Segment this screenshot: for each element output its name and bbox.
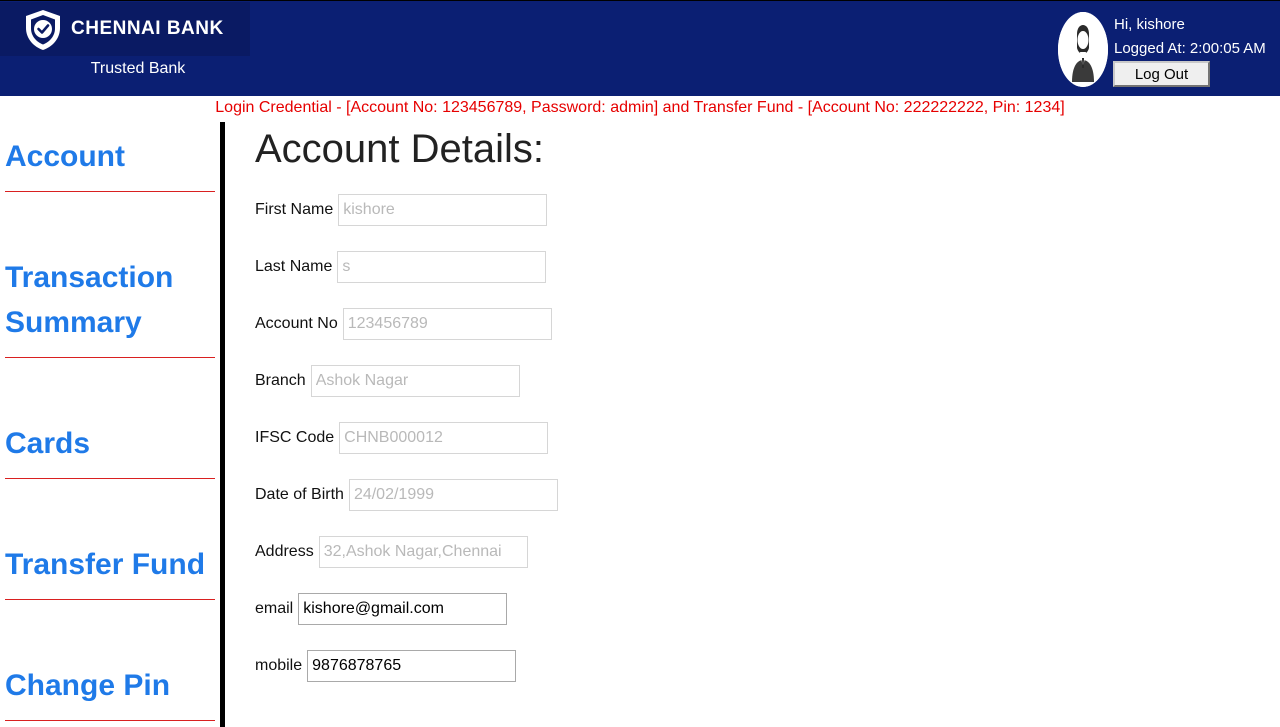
branch-input[interactable] — [310, 365, 520, 397]
mobile-input[interactable] — [307, 650, 517, 682]
field-row-address: Address — [255, 536, 528, 568]
account-no-label: Account No — [255, 315, 338, 332]
email-input[interactable] — [298, 593, 508, 625]
field-row-ifsc-code: IFSC Code — [255, 422, 549, 454]
user-greeting: Hi, kishore — [1114, 16, 1185, 33]
field-row-branch: Branch — [255, 365, 520, 397]
sidebar-item-cards[interactable]: Cards — [5, 421, 215, 479]
first-name-label: First Name — [255, 201, 334, 218]
date-of-birth-label: Date of Birth — [255, 486, 344, 503]
field-row-last-name: Last Name — [255, 251, 547, 283]
page-title: Account Details: — [255, 127, 545, 171]
first-name-input[interactable] — [338, 194, 548, 226]
user-avatar — [1058, 12, 1108, 87]
sidebar-divider — [220, 122, 225, 727]
brand-logo-block[interactable]: CHENNAI BANK — [0, 2, 250, 56]
sidebar-item-transfer-fund[interactable]: Transfer Fund — [5, 542, 215, 600]
field-row-account-no: Account No — [255, 308, 552, 340]
account-no-input[interactable] — [342, 308, 552, 340]
avatar-person-icon — [1058, 12, 1108, 87]
brand-name: CHENNAI BANK — [71, 18, 224, 39]
address-input[interactable] — [318, 536, 528, 568]
sidebar-item-transaction-summary[interactable]: Transaction Summary — [5, 255, 215, 358]
credential-banner: Login Credential - [Account No: 12345678… — [215, 99, 1065, 116]
mobile-label: mobile — [255, 657, 303, 674]
date-of-birth-input[interactable] — [348, 479, 558, 511]
ifsc-code-label: IFSC Code — [255, 429, 335, 446]
address-label: Address — [255, 543, 314, 560]
sidebar-item-change-pin[interactable]: Change Pin — [5, 663, 215, 721]
field-row-email: email — [255, 593, 508, 625]
field-row-mobile: mobile — [255, 650, 517, 682]
last-name-label: Last Name — [255, 258, 333, 275]
email-label: email — [255, 600, 294, 617]
shield-check-icon — [26, 10, 60, 50]
branch-label: Branch — [255, 372, 306, 389]
last-name-input[interactable] — [337, 251, 547, 283]
field-row-date-of-birth: Date of Birth — [255, 479, 558, 511]
brand-tagline: Trusted Bank — [90, 60, 186, 77]
login-timestamp: Logged At: 2:00:05 AM — [1114, 40, 1266, 57]
logout-button[interactable]: Log Out — [1113, 61, 1210, 87]
ifsc-code-input[interactable] — [339, 422, 549, 454]
sidebar-item-account[interactable]: Account — [5, 134, 215, 192]
field-row-first-name: First Name — [255, 194, 548, 226]
app-header: CHENNAI BANK Trusted Bank Hi, kishore Lo… — [0, 0, 1280, 96]
